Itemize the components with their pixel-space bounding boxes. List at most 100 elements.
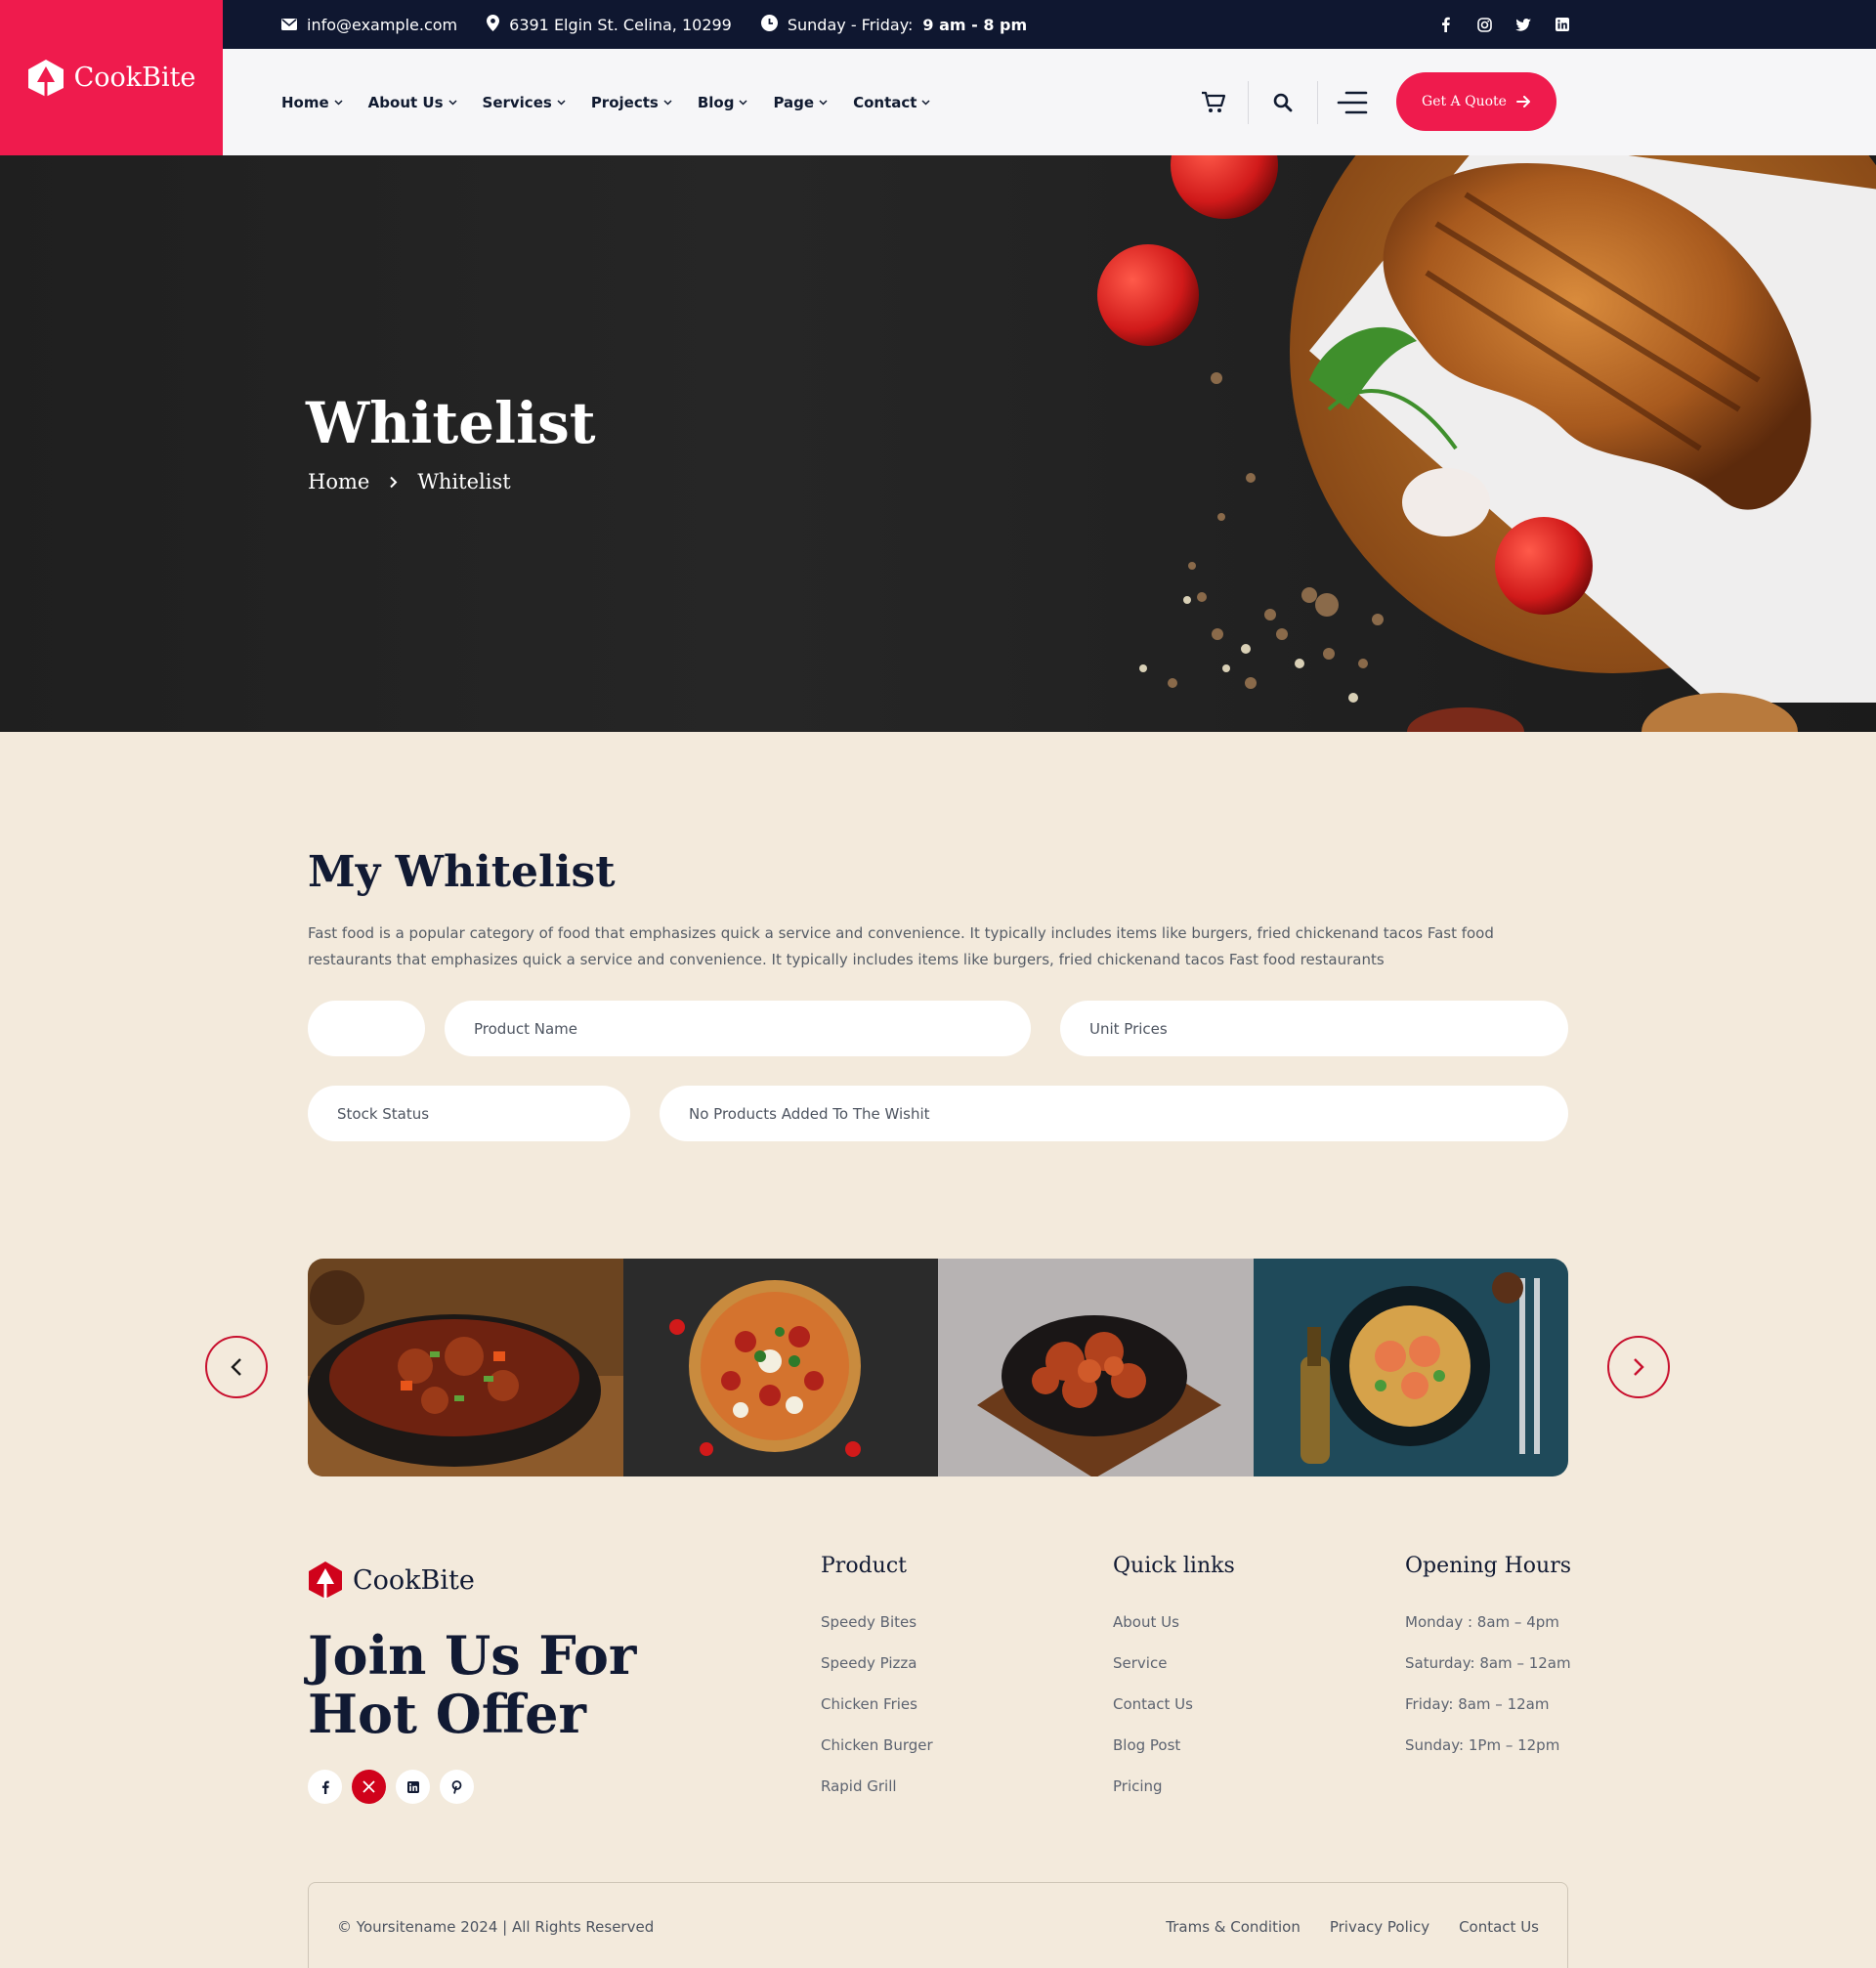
search-button[interactable] xyxy=(1258,78,1307,127)
nav-item-contact[interactable]: Contact xyxy=(853,94,930,111)
gallery-image-stew[interactable] xyxy=(308,1259,623,1476)
whitelist-description: Fast food is a popular category of food … xyxy=(308,924,1494,968)
gallery-prev-button[interactable] xyxy=(205,1336,268,1398)
footer-col-title: Quick links xyxy=(1113,1554,1235,1578)
hours-label: Sunday - Friday: xyxy=(787,15,914,34)
chevron-down-icon xyxy=(557,99,566,106)
whitelist-title: My Whitelist xyxy=(308,847,616,897)
hero-food-image xyxy=(1097,155,1876,732)
footer-link[interactable]: Speedy Pizza xyxy=(821,1643,933,1684)
map-pin-icon xyxy=(487,14,500,35)
opening-hours-item: Monday : 8am – 4pm xyxy=(1405,1613,1559,1631)
footer-col-title: Product xyxy=(821,1554,907,1578)
terms-link[interactable]: Trams & Condition xyxy=(1166,1918,1300,1936)
footer-link[interactable]: Chicken Fries xyxy=(821,1684,933,1725)
linkedin-icon[interactable] xyxy=(396,1770,430,1804)
chevron-down-icon xyxy=(448,99,457,106)
address-text: 6391 Elgin St. Celina, 10299 xyxy=(509,15,732,34)
instagram-icon[interactable] xyxy=(1475,16,1493,33)
chevron-down-icon xyxy=(819,99,828,106)
footer-bottom-bar: © Yoursitename 2024 | All Rights Reserve… xyxy=(308,1882,1568,1968)
facebook-icon[interactable] xyxy=(308,1770,342,1804)
breadcrumb: Home Whitelist xyxy=(308,470,511,493)
gallery-image-pizza[interactable] xyxy=(622,1259,939,1476)
divider xyxy=(1248,80,1249,124)
footer-logo[interactable]: CookBite xyxy=(308,1561,475,1600)
chevron-down-icon xyxy=(739,99,747,106)
page-title: Whitelist xyxy=(306,390,596,456)
nav-label: Services xyxy=(482,93,552,111)
divider xyxy=(1317,80,1318,124)
main-navbar: Home About Us Services Projects Blog Pag… xyxy=(0,49,1876,155)
gallery-next-button[interactable] xyxy=(1607,1336,1670,1398)
nav-label: Page xyxy=(773,93,815,111)
contact-link[interactable]: Contact Us xyxy=(1459,1918,1539,1936)
brand-name: CookBite xyxy=(73,63,196,93)
header-logo[interactable]: CookBite xyxy=(0,0,223,155)
opening-hours-item: Saturday: 8am – 12am xyxy=(1405,1654,1571,1672)
logo-icon xyxy=(27,59,64,97)
footer-link[interactable]: Rapid Grill xyxy=(821,1766,933,1807)
footer-headline: Join Us For Hot Offer xyxy=(308,1624,637,1745)
hours-info: Sunday - Friday: 9 am - 8 pm xyxy=(760,14,1028,35)
footer-col-opening-hours: Opening Hours Monday : 8am – 4pm Saturda… xyxy=(1405,1554,1571,1766)
breadcrumb-home[interactable]: Home xyxy=(308,470,369,493)
get-quote-button[interactable]: Get A Quote xyxy=(1396,72,1556,131)
topbar-social xyxy=(1436,0,1571,49)
nav-label: Home xyxy=(281,93,329,111)
facebook-icon[interactable] xyxy=(1436,16,1454,33)
footer-brand-name: CookBite xyxy=(353,1564,475,1596)
gallery-image-seafood[interactable] xyxy=(1253,1259,1568,1476)
nav-item-services[interactable]: Services xyxy=(483,94,566,111)
footer-social xyxy=(308,1770,474,1804)
page-hero: Whitelist Home Whitelist xyxy=(0,155,1876,732)
nav-item-blog[interactable]: Blog xyxy=(698,94,748,111)
cart-icon xyxy=(1202,91,1226,112)
menu-button[interactable] xyxy=(1328,78,1377,127)
email-info[interactable]: info@example.com xyxy=(281,16,457,34)
quote-label: Get A Quote xyxy=(1422,94,1507,109)
nav-label: Blog xyxy=(697,93,735,111)
footer-link[interactable]: Chicken Burger xyxy=(821,1725,933,1766)
chevron-right-icon xyxy=(390,476,398,488)
nav-label: About Us xyxy=(367,93,444,111)
col-stock-status: Stock Status xyxy=(308,1086,630,1141)
chevron-down-icon xyxy=(334,99,343,106)
col-product-name: Product Name xyxy=(445,1001,1031,1056)
privacy-link[interactable]: Privacy Policy xyxy=(1330,1918,1429,1936)
breadcrumb-current: Whitelist xyxy=(417,470,511,493)
chevron-down-icon xyxy=(663,99,672,106)
nav-item-home[interactable]: Home xyxy=(281,94,343,111)
hours-value: 9 am - 8 pm xyxy=(922,15,1028,34)
col-blank xyxy=(308,1001,425,1056)
nav-item-projects[interactable]: Projects xyxy=(591,94,672,111)
nav-item-about[interactable]: About Us xyxy=(368,94,457,111)
nav-label: Projects xyxy=(590,93,659,111)
pinterest-icon[interactable] xyxy=(440,1770,474,1804)
footer-link[interactable]: Pricing xyxy=(1113,1766,1235,1807)
email-text: info@example.com xyxy=(307,15,458,34)
footer-bottom-links: Trams & Condition Privacy Policy Contact… xyxy=(1166,1918,1539,1936)
search-icon xyxy=(1273,93,1293,111)
chevron-right-icon xyxy=(1634,1358,1644,1376)
top-bar: info@example.com 6391 Elgin St. Celina, … xyxy=(0,0,1876,49)
arrow-right-icon xyxy=(1515,96,1530,107)
footer-link[interactable]: Service xyxy=(1113,1643,1235,1684)
linkedin-icon[interactable] xyxy=(1554,16,1571,33)
footer-link[interactable]: Contact Us xyxy=(1113,1684,1235,1725)
footer-link[interactable]: About Us xyxy=(1113,1602,1235,1643)
x-icon[interactable] xyxy=(352,1770,386,1804)
chevron-left-icon xyxy=(231,1358,241,1376)
contact-info: info@example.com 6391 Elgin St. Celina, … xyxy=(281,0,1027,49)
col-unit-prices: Unit Prices xyxy=(1060,1001,1568,1056)
gallery-image-chicken[interactable] xyxy=(938,1259,1254,1476)
cart-button[interactable] xyxy=(1189,78,1238,127)
nav-item-page[interactable]: Page xyxy=(773,94,828,111)
twitter-icon[interactable] xyxy=(1514,16,1532,33)
opening-hours-item: Friday: 8am – 12am xyxy=(1405,1695,1550,1713)
copyright-text: © Yoursitename 2024 | All Rights Reserve… xyxy=(337,1918,655,1936)
empty-wishlist-message: No Products Added To The Wishit xyxy=(660,1086,1568,1141)
footer-link[interactable]: Speedy Bites xyxy=(821,1602,933,1643)
footer-col-quick-links: Quick links About Us Service Contact Us … xyxy=(1113,1554,1235,1807)
footer-link[interactable]: Blog Post xyxy=(1113,1725,1235,1766)
